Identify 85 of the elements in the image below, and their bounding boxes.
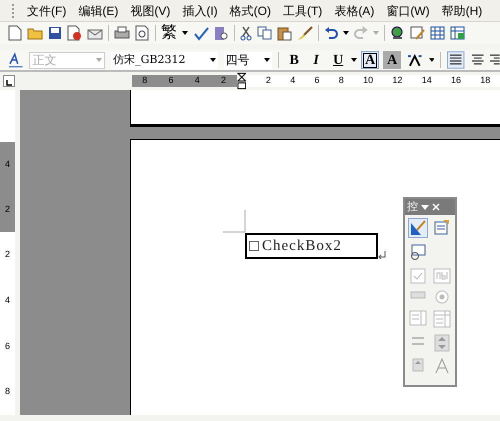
menu-item[interactable]: 编辑(E): [78, 2, 118, 20]
ruler-number: 6: [314, 74, 320, 88]
menu-item[interactable]: 工具(T): [282, 2, 322, 20]
left-tab-icon: [6, 80, 12, 86]
checkbox-tool-icon: [410, 268, 426, 284]
printer-icon[interactable]: [114, 26, 130, 40]
scroll-bar-tool-icon: [411, 358, 425, 372]
ruler-number: 2: [266, 74, 271, 88]
ruler-number: 4: [4, 158, 10, 171]
ruler-number: 6: [168, 74, 174, 88]
corner-mark-icon: [223, 210, 246, 233]
dropdown-caret-icon[interactable]: [264, 58, 270, 62]
ruler-number: 10: [363, 74, 374, 88]
ruler-number: 8: [338, 74, 344, 88]
menu-item[interactable]: 窗口(W): [386, 2, 430, 20]
dropdown-caret-icon[interactable]: [428, 58, 434, 62]
justify-icon[interactable]: [447, 51, 465, 69]
brush-icon[interactable]: [297, 26, 313, 40]
spelling-check-icon[interactable]: [193, 26, 209, 40]
ruler-number: 4: [4, 294, 10, 307]
toolbox-title: 控: [407, 202, 418, 212]
indent-marker-icon[interactable]: [236, 72, 246, 90]
align-right-icon[interactable]: [490, 53, 500, 67]
code-window-icon[interactable]: [409, 244, 427, 262]
combo-box-tool-icon: [433, 310, 451, 328]
dropdown-caret-icon[interactable]: [182, 31, 188, 35]
ruler-number: 6: [4, 340, 10, 353]
table-icon[interactable]: [430, 26, 445, 40]
scissors-icon[interactable]: [240, 26, 252, 40]
ruler-number: 14: [422, 74, 432, 88]
align-center-icon[interactable]: [470, 53, 484, 67]
font-dropdown[interactable]: 仿宋_GB2312: [111, 52, 218, 68]
clipboard-icon[interactable]: [277, 26, 292, 40]
ruler-number: 4: [194, 74, 200, 88]
dropdown-caret-icon[interactable]: [351, 58, 358, 62]
save-icon[interactable]: [48, 26, 62, 40]
list-box-tool-icon: [409, 310, 427, 326]
bold-button[interactable]: B: [285, 51, 304, 69]
checkbox[interactable]: [249, 241, 259, 251]
undo-icon[interactable]: [324, 26, 338, 40]
underline-button[interactable]: U: [329, 51, 348, 69]
ruler-number: 4: [290, 74, 296, 88]
option-button-tool-icon: [435, 290, 449, 304]
command-button-tool-icon: [410, 290, 426, 300]
dropdown-caret-icon[interactable]: [210, 58, 216, 62]
styles-icon[interactable]: [8, 52, 24, 68]
italic-button[interactable]: I: [307, 51, 326, 69]
label-tool-icon: [434, 358, 450, 374]
ruler-number: 12: [392, 74, 402, 88]
paragraph-mark-icon: [378, 251, 386, 259]
menu-item[interactable]: 文件(F): [27, 2, 66, 20]
checkbox-label: CheckBox2: [262, 236, 342, 256]
ruler-number: 18: [480, 74, 490, 88]
document-stop-icon[interactable]: [67, 25, 82, 41]
ruler-number: 8: [142, 74, 148, 88]
copy-icon[interactable]: [257, 26, 272, 40]
ruler-number: 2: [4, 248, 10, 262]
spin-button-tool-icon: [434, 334, 450, 352]
menu-item[interactable]: 视图(V): [130, 2, 170, 20]
menu-item[interactable]: 帮助(H): [442, 2, 482, 20]
text-box-tool-icon: [433, 268, 451, 284]
ruler: [0, 90, 15, 142]
tab-selector[interactable]: [3, 75, 15, 87]
toggle-button-tool-icon: [411, 334, 425, 348]
traditional-chinese-button[interactable]: 繁: [161, 25, 177, 41]
properties-icon[interactable]: [433, 218, 451, 236]
new-document-icon[interactable]: [8, 25, 22, 41]
checkbox-control[interactable]: CheckBox2: [245, 233, 378, 259]
character-border-button[interactable]: A: [361, 51, 380, 69]
dropdown-caret-icon[interactable]: [343, 31, 349, 35]
ruler-number: 16: [450, 74, 461, 88]
table-pencil-icon[interactable]: [410, 26, 425, 40]
close-icon[interactable]: [432, 203, 440, 211]
font-size-dropdown[interactable]: 四号: [224, 52, 272, 68]
spreadsheet-icon[interactable]: [450, 26, 465, 40]
character-shading-button[interactable]: A: [383, 51, 402, 69]
ruler-number: 2: [4, 202, 10, 216]
design-mode-icon[interactable]: [408, 218, 428, 238]
menu-item[interactable]: 格式(O): [230, 2, 271, 20]
ruler-number: 2: [221, 74, 226, 88]
print-preview-icon[interactable]: [135, 25, 150, 41]
menu-item[interactable]: 插入(I): [182, 2, 218, 20]
menu-item[interactable]: 表格(A): [334, 2, 374, 20]
folder-icon[interactable]: [27, 26, 43, 40]
ruler-number: 8: [4, 385, 10, 398]
